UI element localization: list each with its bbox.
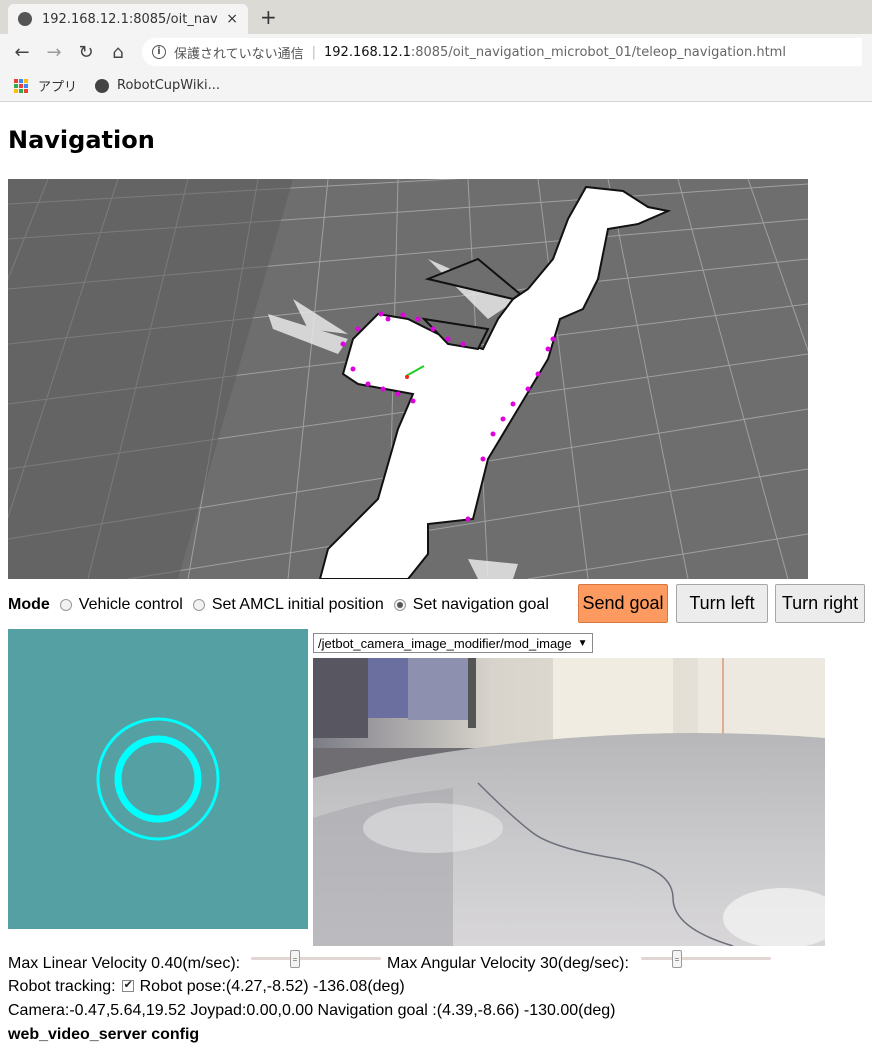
turn-left-button[interactable]: Turn left	[676, 584, 768, 623]
browser-toolbar: ← → ↻ ⌂ i 保護されていない通信 | 192.168.12.1:8085…	[0, 34, 872, 70]
map-canvas[interactable]	[8, 179, 808, 579]
camera-frame	[313, 658, 825, 946]
close-tab-icon[interactable]: ×	[226, 11, 238, 27]
tab-title: 192.168.12.1:8085/oit_nav	[42, 11, 218, 27]
page-title: Navigation	[8, 126, 155, 154]
mode-label-navigation-goal[interactable]: Set navigation goal	[413, 596, 549, 614]
linear-velocity-thumb[interactable]	[290, 950, 300, 968]
angular-velocity-thumb[interactable]	[672, 950, 682, 968]
web-video-server-config-title: web_video_server config	[8, 1026, 200, 1043]
virtual-joypad[interactable]	[8, 629, 308, 929]
mode-label-amcl-initial[interactable]: Set AMCL initial position	[212, 596, 384, 614]
back-button[interactable]: ←	[6, 42, 38, 63]
mode-label: Mode	[8, 596, 50, 613]
linear-velocity-slider[interactable]	[251, 950, 381, 968]
camera-topic-value: /jetbot_camera_image_modifier/mod_image	[318, 635, 572, 651]
angular-velocity-label: Max Angular Velocity 30(deg/sec):	[387, 955, 629, 972]
robot-pose-text: Robot pose:(4.27,-8.52) -136.08(deg)	[139, 978, 405, 995]
bookmark-apps[interactable]: アプリ	[38, 76, 77, 95]
camera-joypad-goal-text: Camera:-0.47,5.64,19.52 Joypad:0.00,0.00…	[8, 1002, 616, 1019]
forward-button[interactable]: →	[38, 42, 70, 63]
security-status: 保護されていない通信	[174, 46, 304, 62]
tracking-row: Robot tracking: Robot pose:(4.27,-8.52) -…	[8, 978, 405, 996]
browser-tab-bar: 192.168.12.1:8085/oit_nav × +	[0, 0, 872, 34]
joypad-canvas[interactable]	[8, 629, 308, 929]
bookmarks-bar: アプリ RobotCupWiki...	[0, 70, 872, 102]
angular-velocity-track	[641, 957, 771, 960]
globe-icon	[18, 12, 32, 26]
globe-icon	[95, 78, 110, 93]
robot-tracking-label: Robot tracking:	[8, 978, 116, 995]
browser-tab[interactable]: 192.168.12.1:8085/oit_nav ×	[8, 4, 248, 34]
robot-tracking-checkbox[interactable]	[121, 978, 134, 992]
apps-grid-icon[interactable]	[14, 78, 28, 93]
reload-button[interactable]: ↻	[70, 42, 102, 63]
bookmark-robotcupwiki[interactable]: RobotCupWiki...	[117, 78, 220, 93]
home-button[interactable]: ⌂	[102, 42, 134, 63]
send-goal-button[interactable]: Send goal	[578, 584, 668, 623]
linear-velocity-track	[251, 957, 381, 960]
info-icon[interactable]: i	[152, 45, 166, 59]
mode-radio-navigation-goal[interactable]	[393, 599, 406, 611]
mode-radio-amcl-initial[interactable]	[192, 599, 205, 611]
address-bar[interactable]: i 保護されていない通信 | 192.168.12.1:8085/oit_nav…	[142, 38, 862, 66]
camera-topic-select[interactable]: /jetbot_camera_image_modifier/mod_image …	[313, 633, 593, 653]
mode-radio-vehicle-control[interactable]	[59, 599, 72, 611]
url-host: 192.168.12.1	[324, 44, 411, 60]
mode-label-vehicle-control[interactable]: Vehicle control	[79, 596, 183, 614]
navigation-map-viewer[interactable]	[8, 179, 808, 579]
joypad-stick[interactable]	[114, 735, 202, 823]
angular-velocity-slider[interactable]	[641, 950, 771, 968]
new-tab-button[interactable]: +	[260, 5, 277, 29]
chevron-down-icon: ▼	[577, 637, 588, 649]
linear-velocity-label: Max Linear Velocity 0.40(m/sec):	[8, 955, 241, 972]
address-separator: |	[311, 44, 317, 60]
camera-image	[313, 658, 825, 946]
url-path: :8085/oit_navigation_microbot_01/teleop_…	[410, 44, 786, 60]
turn-right-button[interactable]: Turn right	[775, 584, 865, 623]
